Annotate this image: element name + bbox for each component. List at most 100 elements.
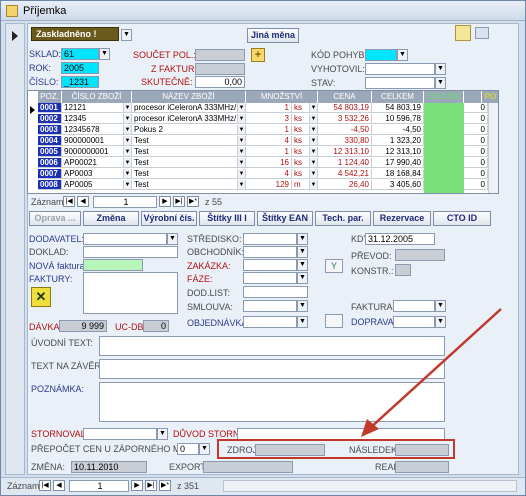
skutecne-field[interactable]: 0,00 xyxy=(195,76,245,88)
bottom-last-button[interactable]: ▶| xyxy=(145,480,157,491)
row-dropdown[interactable]: ▼ xyxy=(310,180,318,190)
cell-jed[interactable]: m xyxy=(292,180,310,190)
stredisko-dropdown[interactable]: ▼ xyxy=(297,233,308,245)
row-dropdown[interactable]: ▼ xyxy=(238,169,246,179)
cell-x[interactable]: 0 xyxy=(464,158,488,168)
rezervace-button[interactable]: Rezervace xyxy=(373,211,431,226)
faktury-icon[interactable]: ✕ xyxy=(31,287,51,307)
faktury-list[interactable] xyxy=(83,272,178,314)
cell-celkem[interactable]: 1 323,20 xyxy=(372,136,424,146)
cell-poz[interactable]: 0007 xyxy=(38,169,62,179)
row-dropdown[interactable]: ▼ xyxy=(124,158,132,168)
row-dropdown[interactable]: ▼ xyxy=(310,136,318,146)
kod-pohybu-field[interactable] xyxy=(365,49,397,61)
cell-jed[interactable]: ks xyxy=(292,103,310,113)
cell-cislo[interactable]: AP00021 xyxy=(62,158,124,168)
cell-poz[interactable]: 0008 xyxy=(38,180,62,190)
cell-nazev[interactable]: procesor iCeleronA 333MHz/ xyxy=(132,103,238,113)
row-dropdown[interactable]: ▼ xyxy=(124,136,132,146)
bottom-new-button[interactable]: ▶* xyxy=(159,480,171,491)
smlouva-field[interactable] xyxy=(243,300,297,312)
filter-icon[interactable]: Y xyxy=(325,259,343,273)
cell-poz[interactable]: 0003 xyxy=(38,125,62,135)
stornoval-dropdown[interactable]: ▼ xyxy=(157,428,168,440)
col-header-celkem-2[interactable]: CELKEM xyxy=(424,91,464,103)
obchodnik-field[interactable] xyxy=(243,246,297,258)
col-header-cislo[interactable]: ČÍSLO ZBOŽÍ xyxy=(62,91,132,103)
row-dropdown[interactable]: ▼ xyxy=(124,147,132,157)
dodlist-field[interactable] xyxy=(243,286,308,298)
cell-cislo[interactable]: 900000001 xyxy=(62,136,124,146)
cell-celkem[interactable]: 10 596,78 xyxy=(372,114,424,124)
row-dropdown[interactable]: ▼ xyxy=(238,125,246,135)
sklad-field[interactable]: 61 xyxy=(61,48,99,60)
cell-jed[interactable]: ks xyxy=(292,158,310,168)
cell-mn[interactable]: 1 xyxy=(246,147,292,157)
sklad-dropdown[interactable]: ▼ xyxy=(99,48,110,60)
cell-cislo[interactable]: 9000000001 xyxy=(62,147,124,157)
cell-nazev[interactable]: Test xyxy=(132,136,238,146)
row-dropdown[interactable]: ▼ xyxy=(238,136,246,146)
cell-celkem[interactable]: 54 803,19 xyxy=(372,103,424,113)
status-dropdown[interactable]: ▼ xyxy=(121,29,132,41)
cell-celkem[interactable]: 17 990,40 xyxy=(372,158,424,168)
dodavatel-field[interactable] xyxy=(83,233,167,245)
grid-new-button[interactable]: ▶* xyxy=(187,196,199,207)
prepocet-field[interactable]: 0 xyxy=(177,443,199,455)
cell-poz[interactable]: 0005 xyxy=(38,147,62,157)
cell-mn[interactable]: 3 xyxy=(246,114,292,124)
cell-mn[interactable]: 129 xyxy=(246,180,292,190)
objednavka-dropdown[interactable]: ▼ xyxy=(297,316,308,328)
change-currency-button[interactable]: Jiná měna xyxy=(247,28,299,43)
objednavka-field[interactable] xyxy=(243,316,297,328)
cell-cena[interactable]: 12 313,10 xyxy=(318,147,372,157)
vyhotovil-field[interactable] xyxy=(365,63,435,75)
rok-field[interactable]: 2005 xyxy=(61,62,99,74)
cell-nazev[interactable]: Test xyxy=(132,147,238,157)
cell-cena[interactable]: 3 532,26 xyxy=(318,114,372,124)
stav-dropdown[interactable]: ▼ xyxy=(435,77,446,89)
col-header-po[interactable]: PO xyxy=(482,91,498,103)
cell-nazev[interactable]: procesor iCeleronA 333MHz/ xyxy=(132,114,238,124)
faze-field[interactable] xyxy=(243,272,297,284)
cell-mn[interactable]: 16 xyxy=(246,158,292,168)
cell-cena[interactable]: 26,40 xyxy=(318,180,372,190)
grid-current-record[interactable]: 1 xyxy=(93,196,157,208)
cell-jed[interactable]: ks xyxy=(292,125,310,135)
cell-x[interactable]: 0 xyxy=(464,180,488,190)
col-header-nazev[interactable]: NÁZEV ZBOŽÍ xyxy=(132,91,246,103)
cell-nazev[interactable]: Test xyxy=(132,169,238,179)
cell-celkem[interactable]: 18 168,84 xyxy=(372,169,424,179)
toolbar-icon[interactable] xyxy=(455,25,471,41)
cell-cislo[interactable]: 12345 xyxy=(62,114,124,124)
row-dropdown[interactable]: ▼ xyxy=(238,180,246,190)
cell-mn[interactable]: 4 xyxy=(246,136,292,146)
nova-faktura-field[interactable] xyxy=(83,259,143,271)
cell-jed[interactable]: ks xyxy=(292,169,310,179)
cell-celkem[interactable]: 3 405,60 xyxy=(372,180,424,190)
row-dropdown[interactable]: ▼ xyxy=(238,103,246,113)
bottom-current-record[interactable]: 1 xyxy=(69,480,129,492)
cell-jed[interactable]: ks xyxy=(292,114,310,124)
oprava-button[interactable]: Oprava ... xyxy=(29,211,81,226)
bottom-first-button[interactable]: |◀ xyxy=(39,480,51,491)
cell-mn[interactable]: 1 xyxy=(246,125,292,135)
grid-last-button[interactable]: ▶| xyxy=(173,196,185,207)
cell-nazev[interactable]: Pokus 2 xyxy=(132,125,238,135)
bottom-hscroll[interactable] xyxy=(223,480,517,492)
cell-x[interactable]: 0 xyxy=(464,136,488,146)
stitky-ean-button[interactable]: Štítky EAN xyxy=(257,211,313,226)
row-dropdown[interactable]: ▼ xyxy=(124,125,132,135)
cell-x[interactable]: 0 xyxy=(464,169,488,179)
grid-first-button[interactable]: |◀ xyxy=(63,196,75,207)
cell-nazev[interactable]: Test xyxy=(132,180,238,190)
row-dropdown[interactable]: ▼ xyxy=(310,147,318,157)
tech-par-button[interactable]: Tech. par. xyxy=(315,211,371,226)
col-header-celkem[interactable]: CELKEM xyxy=(372,91,424,103)
col-header-poz[interactable]: POZ. xyxy=(38,91,62,103)
cell-celkem[interactable]: 12 313,10 xyxy=(372,147,424,157)
add-icon[interactable]: + xyxy=(251,48,265,62)
doklad-field[interactable] xyxy=(83,246,178,258)
col-header-cena[interactable]: CENA xyxy=(318,91,372,103)
row-dropdown[interactable]: ▼ xyxy=(124,114,132,124)
